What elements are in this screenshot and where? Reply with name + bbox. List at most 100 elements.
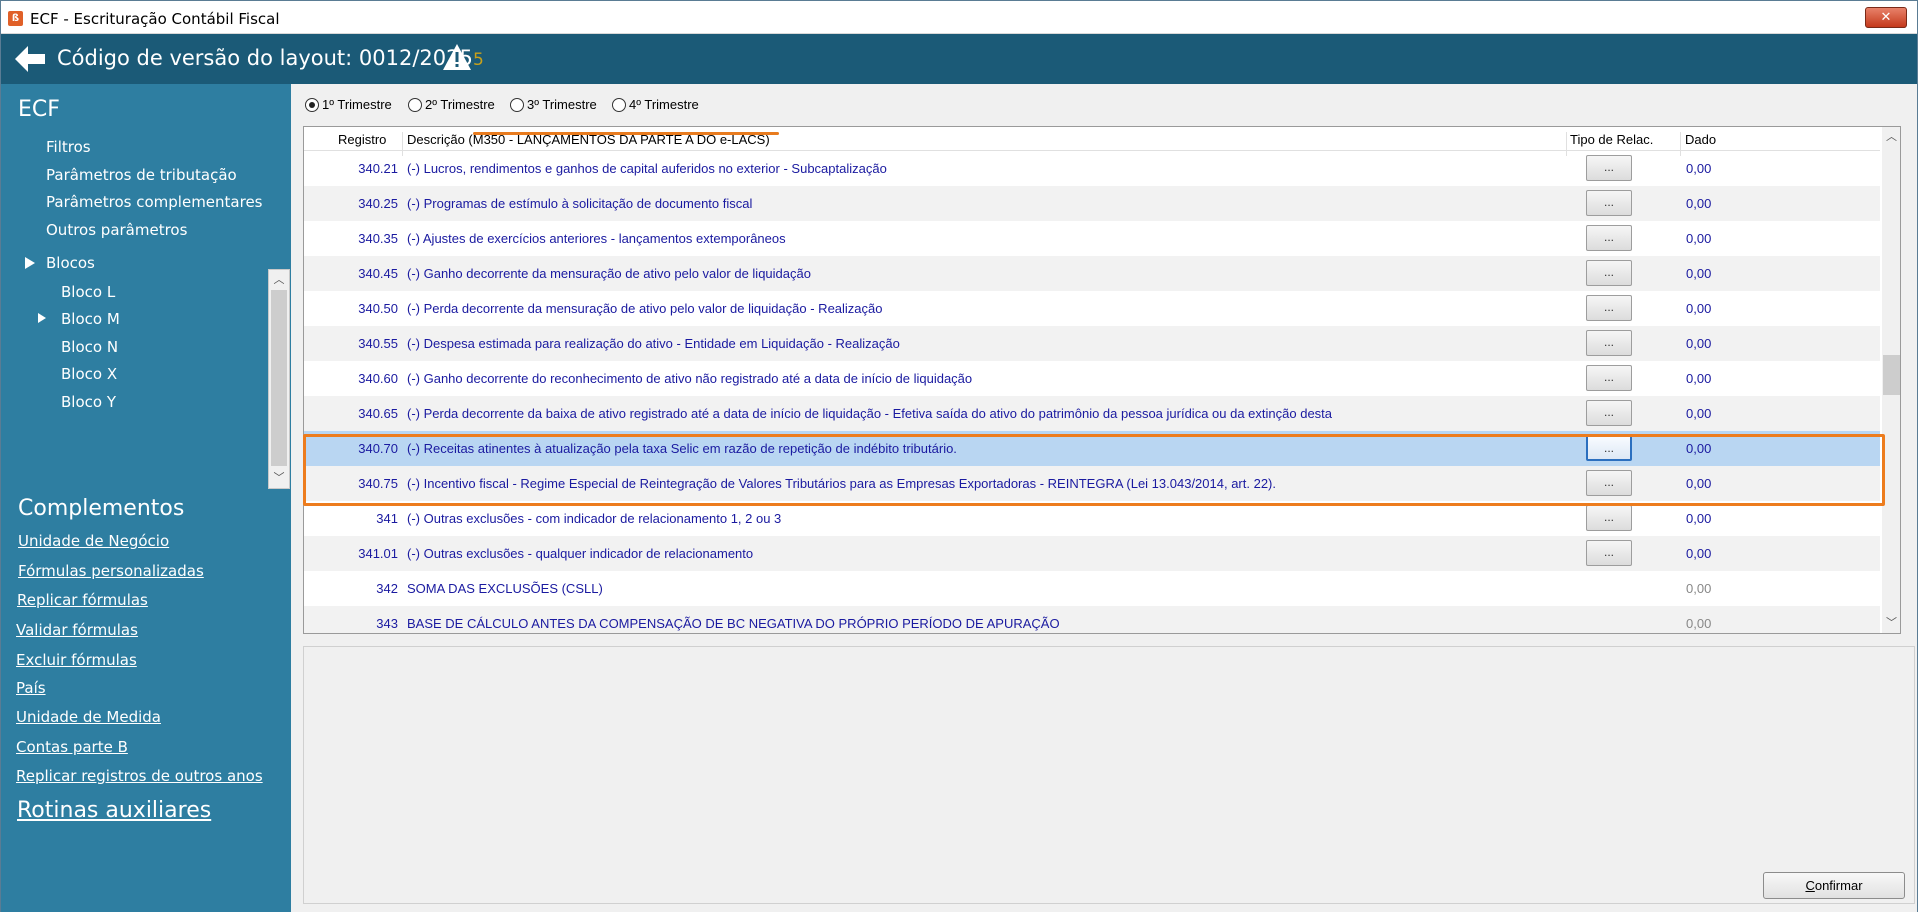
highlight-underline [473,132,779,135]
radio-circle[interactable] [510,98,524,112]
radio-quarter-1[interactable]: 1º Trimestre [305,97,392,112]
column-header-registro[interactable]: Registro [338,132,386,147]
sidebar-item-bloco-m[interactable]: Bloco M [61,310,120,328]
sidebar-item-outros-parametros[interactable]: Outros parâmetros [46,221,187,239]
close-button[interactable]: ✕ [1865,7,1907,28]
cell-dado[interactable]: 0,00 [1686,616,1711,631]
chevron-up-icon[interactable]: ︿ [1882,127,1900,147]
chevron-down-icon[interactable]: ﹀ [269,469,289,487]
scrollbar-thumb[interactable] [271,290,287,466]
cell-dado[interactable]: 0,00 [1686,161,1711,176]
link-excluir-formulas[interactable]: Excluir fórmulas [16,651,137,669]
cell-registro: 341 [376,511,398,526]
tipo-relac-button[interactable]: ... [1586,330,1632,356]
tipo-relac-button[interactable]: ... [1586,190,1632,216]
table-row[interactable]: 340.70 (-) Receitas atinentes à atualizaç… [304,431,1880,466]
radio-quarter-4[interactable]: 4º Trimestre [612,97,699,112]
table-row[interactable]: 340.35 (-) Ajustes de exercícios anterior… [304,221,1880,256]
link-replicar-registros[interactable]: Replicar registros de outros anos [16,767,263,785]
main-content: 1º Trimestre 2º Trimestre 3º Trimestre 4… [291,84,1917,912]
sidebar-item-blocos[interactable]: Blocos [46,254,95,272]
sidebar-scrollbar[interactable]: ︿ ﹀ [268,269,290,489]
cell-descricao: (-) Ganho decorrente do reconhecimento d… [407,371,973,386]
chevron-down-icon[interactable]: ﹀ [1882,613,1900,633]
table-row[interactable]: 343 BASE DE CÁLCULO ANTES DA COMPENSAÇÃO … [304,606,1880,633]
column-header-tipo-relac[interactable]: Tipo de Relac. [1570,132,1653,147]
tipo-relac-button[interactable]: ... [1586,295,1632,321]
radio-circle[interactable] [408,98,422,112]
scrollbar-thumb[interactable] [1883,355,1900,395]
cell-dado[interactable]: 0,00 [1686,406,1711,421]
sidebar-item-filtros[interactable]: Filtros [46,138,91,156]
cell-dado[interactable]: 0,00 [1686,371,1711,386]
tipo-relac-button[interactable]: ... [1586,470,1632,496]
warning-triangle-icon[interactable] [441,42,473,72]
tipo-relac-button[interactable]: ... [1586,365,1632,391]
table-row[interactable]: 340.65 (-) Perda decorrente da baixa de a… [304,396,1880,431]
link-replicar-formulas[interactable]: Replicar fórmulas [17,591,148,609]
sidebar-item-bloco-l[interactable]: Bloco L [61,283,115,301]
cell-dado[interactable]: 0,00 [1686,546,1711,561]
tipo-relac-button[interactable]: ... [1586,435,1632,461]
table-row[interactable]: 340.55 (-) Despesa estimada para realizaç… [304,326,1880,361]
tipo-relac-button[interactable]: ... [1586,155,1632,181]
tipo-relac-button[interactable]: ... [1586,225,1632,251]
cell-registro: 340.21 [358,161,398,176]
cell-dado[interactable]: 0,00 [1686,336,1711,351]
grid-rows: 340.21 (-) Lucros, rendimentos e ganhos d… [304,151,1880,633]
tipo-relac-button[interactable]: ... [1586,400,1632,426]
table-row[interactable]: 342 SOMA DAS EXCLUSÕES (CSLL) 0,00 [304,571,1880,606]
table-row[interactable]: 340.21 (-) Lucros, rendimentos e ganhos d… [304,151,1880,186]
cell-dado[interactable]: 0,00 [1686,511,1711,526]
sidebar-item-bloco-y[interactable]: Bloco Y [61,393,116,411]
table-row[interactable]: 340.25 (-) Programas de estímulo à solici… [304,186,1880,221]
table-row[interactable]: 340.45 (-) Ganho decorrente da mensuração… [304,256,1880,291]
link-contas-parte-b[interactable]: Contas parte B [16,738,128,756]
triangle-right-icon[interactable] [38,313,46,323]
chevron-up-icon[interactable]: ︿ [269,271,289,289]
table-row[interactable]: 340.50 (-) Perda decorrente da mensuração… [304,291,1880,326]
link-validar-formulas[interactable]: Validar fórmulas [16,621,138,639]
tipo-relac-button[interactable]: ... [1586,540,1632,566]
arrow-left-icon[interactable] [13,44,47,74]
tipo-relac-button[interactable]: ... [1586,505,1632,531]
cell-dado[interactable]: 0,00 [1686,301,1711,316]
radio-label: 1º Trimestre [322,97,392,112]
cell-registro: 340.75 [358,476,398,491]
cell-registro: 341.01 [358,546,398,561]
table-row[interactable]: 341.01 (-) Outras exclusões - qualquer in… [304,536,1880,571]
radio-circle[interactable] [305,98,319,112]
column-header-dado[interactable]: Dado [1685,132,1716,147]
app-window: ß ECF - Escrituração Contábil Fiscal ✕ C… [0,0,1918,912]
link-unidade-negocio[interactable]: Unidade de Negócio [18,532,169,550]
cell-registro: 343 [376,616,398,631]
radio-circle[interactable] [612,98,626,112]
cell-dado[interactable]: 0,00 [1686,196,1711,211]
link-formulas-personalizadas[interactable]: Fórmulas personalizadas [18,562,204,580]
confirm-button[interactable]: Confirmar [1763,872,1905,899]
cell-registro: 340.60 [358,371,398,386]
link-rotinas-auxiliares[interactable]: Rotinas auxiliares [17,798,211,823]
table-row[interactable]: 340.60 (-) Ganho decorrente do reconhecim… [304,361,1880,396]
radio-quarter-2[interactable]: 2º Trimestre [408,97,495,112]
triangle-right-icon[interactable] [25,257,35,269]
cell-dado[interactable]: 0,00 [1686,231,1711,246]
sidebar-item-parametros-complementares[interactable]: Parâmetros complementares [46,193,263,211]
sidebar-item-bloco-x[interactable]: Bloco X [61,365,117,383]
radio-label: 4º Trimestre [629,97,699,112]
records-grid: Registro Descrição (M350 - LANÇAMENTOS D… [303,126,1901,634]
cell-dado[interactable]: 0,00 [1686,441,1711,456]
warning-count[interactable]: 5 [473,50,484,70]
table-row[interactable]: 340.75 (-) Incentivo fiscal - Regime Espe… [304,466,1880,501]
link-pais[interactable]: País [16,679,46,697]
grid-scrollbar[interactable]: ︿ ﹀ [1882,127,1900,633]
cell-dado[interactable]: 0,00 [1686,266,1711,281]
link-unidade-medida[interactable]: Unidade de Medida [16,708,161,726]
tipo-relac-button[interactable]: ... [1586,260,1632,286]
table-row[interactable]: 341 (-) Outras exclusões - com indicador … [304,501,1880,536]
sidebar-item-bloco-n[interactable]: Bloco N [61,338,118,356]
cell-dado[interactable]: 0,00 [1686,581,1711,596]
cell-dado[interactable]: 0,00 [1686,476,1711,491]
sidebar-item-parametros-tributacao[interactable]: Parâmetros de tributação [46,166,237,184]
radio-quarter-3[interactable]: 3º Trimestre [510,97,597,112]
